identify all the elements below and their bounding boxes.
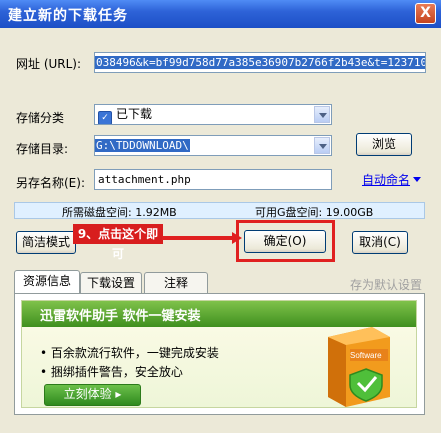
auto-rename-link[interactable]: 自动命名 xyxy=(362,171,422,188)
saveas-field[interactable]: attachment.php xyxy=(94,169,332,190)
category-label: 存储分类 xyxy=(16,111,65,125)
software-box-icon: Software xyxy=(328,327,390,407)
chevron-down-icon xyxy=(314,106,330,123)
ok-button[interactable]: 确定(O) xyxy=(244,230,326,253)
disk-required: 所需磁盘空间: 1.92MB xyxy=(62,206,177,219)
ad-banner[interactable]: 迅雷软件助手 软件一键安装 • 百余款流行软件，一键完成安装 • 捆绑插件警告，… xyxy=(21,300,417,408)
window-title: 建立新的下载任务 xyxy=(8,8,128,24)
arrow-icon xyxy=(162,232,242,244)
checkbox-icon: ✓ xyxy=(98,111,112,124)
triangle-down-icon xyxy=(413,177,422,182)
url-label: 网址 (URL): xyxy=(16,57,82,71)
ad-title: 迅雷软件助手 软件一键安装 xyxy=(40,309,201,324)
svg-text:Software: Software xyxy=(350,351,382,360)
close-button[interactable]: X xyxy=(415,3,436,24)
ad-item: • 捆绑插件警告，安全放心 xyxy=(40,365,183,379)
ad-item: • 百余款流行软件，一键完成安装 xyxy=(40,346,219,360)
browse-button[interactable]: 浏览 xyxy=(356,133,412,156)
disk-space-bar: 所需磁盘空间: 1.92MB 可用G盘空间: 19.00GB xyxy=(14,202,425,219)
annotation-label: 9、点击这个即可 xyxy=(73,224,163,261)
simple-mode-button[interactable]: 简洁模式 xyxy=(16,231,76,254)
close-icon: X xyxy=(420,5,431,21)
chevron-down-icon xyxy=(314,137,330,154)
title-bar: 建立新的下载任务 X xyxy=(0,0,441,28)
category-value: 已下载 xyxy=(116,107,153,121)
directory-value: G:\TDDOWNLOAD\ xyxy=(95,139,190,152)
url-field[interactable]: 038496&k=bf99d758d77a385e36907b2766f2b43… xyxy=(94,52,426,73)
try-now-button[interactable]: 立刻体验 ▸ xyxy=(44,384,141,406)
auto-rename-label: 自动命名 xyxy=(362,173,411,187)
save-default-link[interactable]: 存为默认设置 xyxy=(350,276,422,293)
url-value: 038496&k=bf99d758d77a385e36907b2766f2b43… xyxy=(95,56,425,69)
new-download-dialog: 建立新的下载任务 X 网址 (URL): 038496&k=bf99d758d7… xyxy=(0,0,441,433)
directory-select[interactable]: G:\TDDOWNLOAD\ xyxy=(94,135,332,156)
tab-resource-info[interactable]: 资源信息 xyxy=(14,270,80,294)
tab-download-settings[interactable]: 下载设置 xyxy=(80,272,142,294)
disk-free: 可用G盘空间: 19.00GB xyxy=(255,206,374,219)
saveas-label: 另存名称(E): xyxy=(16,176,85,190)
directory-label: 存储目录: xyxy=(16,142,69,156)
tab-notes[interactable]: 注释 xyxy=(144,272,208,294)
cancel-button[interactable]: 取消(C) xyxy=(352,231,408,254)
resource-info-panel: 迅雷软件助手 软件一键安装 • 百余款流行软件，一键完成安装 • 捆绑插件警告，… xyxy=(14,293,425,415)
category-select[interactable]: ✓ 已下载 xyxy=(94,104,332,125)
